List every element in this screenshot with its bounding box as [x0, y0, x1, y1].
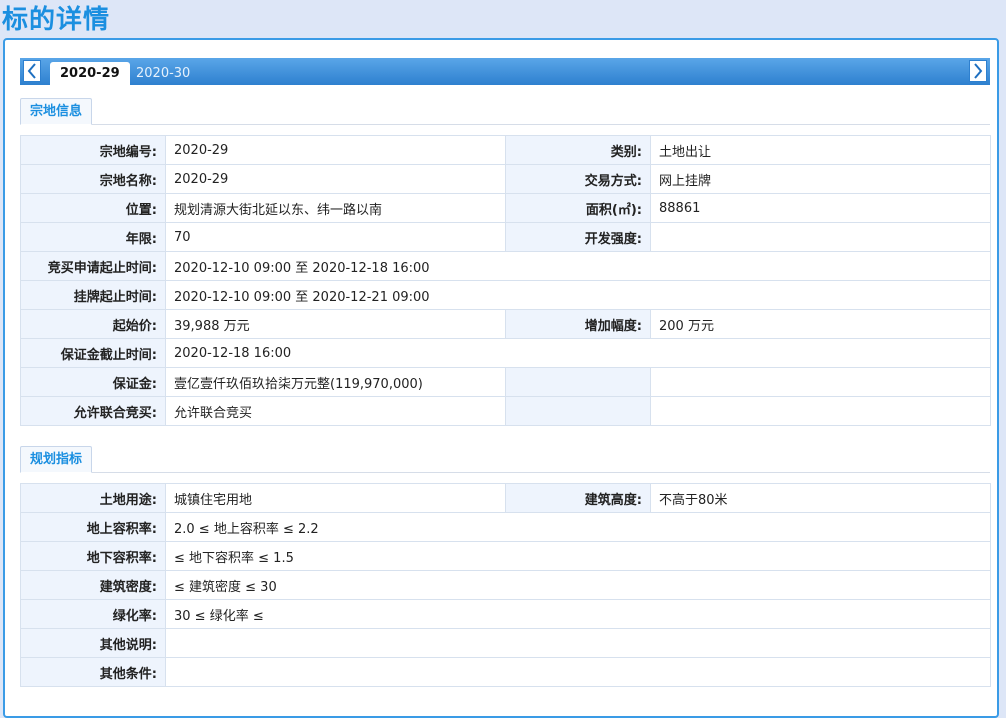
table-row: 绿化率: 30 ≤ 绿化率 ≤	[20, 599, 991, 629]
field-label: 其他条件:	[20, 657, 166, 687]
tab-bar: 2020-29 2020-30	[20, 58, 990, 85]
field-value: 壹亿壹仟玖佰玖拾柒万元整(119,970,000)	[165, 367, 506, 397]
field-value	[650, 367, 991, 397]
field-label: 面积(㎡):	[505, 193, 651, 223]
field-label: 起始价:	[20, 309, 166, 339]
field-label: 绿化率:	[20, 599, 166, 629]
field-value	[650, 222, 991, 252]
field-label: 土地用途:	[20, 483, 166, 513]
field-label: 保证金:	[20, 367, 166, 397]
field-label: 地下容积率:	[20, 541, 166, 571]
field-value	[165, 628, 991, 658]
table-row: 宗地编号: 2020-29 类别: 土地出让	[20, 135, 991, 165]
table-row: 建筑密度: ≤ 建筑密度 ≤ 30	[20, 570, 991, 600]
section-planning-title: 规划指标	[20, 446, 93, 473]
field-label: 建筑高度:	[505, 483, 651, 513]
table-row: 年限: 70 开发强度:	[20, 222, 991, 252]
field-value: 网上挂牌	[650, 164, 991, 194]
table-row: 地上容积率: 2.0 ≤ 地上容积率 ≤ 2.2	[20, 512, 991, 542]
field-value: 土地出让	[650, 135, 991, 165]
field-value: 2020-29	[165, 164, 506, 194]
field-value: 允许联合竞买	[165, 396, 506, 426]
table-row: 竞买申请起止时间: 2020-12-10 09:00 至 2020-12-18 …	[20, 251, 991, 281]
field-label: 挂牌起止时间:	[20, 280, 166, 310]
field-value: 不高于80米	[650, 483, 991, 513]
field-value: ≤ 地下容积率 ≤ 1.5	[165, 541, 991, 571]
field-value: 规划清源大街北延以东、纬一路以南	[165, 193, 506, 223]
field-value: 城镇住宅用地	[165, 483, 506, 513]
field-label: 交易方式:	[505, 164, 651, 194]
field-value: 2020-29	[165, 135, 506, 165]
field-label	[505, 367, 651, 397]
field-label: 年限:	[20, 222, 166, 252]
chevron-right-icon	[974, 63, 983, 79]
field-value: 88861	[650, 193, 991, 223]
section-land-info-title: 宗地信息	[20, 98, 93, 125]
tab-2020-30[interactable]: 2020-30	[126, 62, 200, 85]
field-label: 类别:	[505, 135, 651, 165]
field-label	[505, 396, 651, 426]
field-value: 2020-12-10 09:00 至 2020-12-21 09:00	[165, 280, 991, 310]
field-label: 保证金截止时间:	[20, 338, 166, 368]
field-label: 开发强度:	[505, 222, 651, 252]
field-value: 2.0 ≤ 地上容积率 ≤ 2.2	[165, 512, 991, 542]
field-label: 增加幅度:	[505, 309, 651, 339]
tab-2020-29[interactable]: 2020-29	[50, 62, 130, 85]
table-row: 土地用途: 城镇住宅用地 建筑高度: 不高于80米	[20, 483, 991, 513]
field-label: 其他说明:	[20, 628, 166, 658]
table-row: 保证金: 壹亿壹仟玖佰玖拾柒万元整(119,970,000)	[20, 367, 991, 397]
field-label: 地上容积率:	[20, 512, 166, 542]
field-label: 宗地名称:	[20, 164, 166, 194]
table-row: 其他条件:	[20, 657, 991, 687]
field-label: 建筑密度:	[20, 570, 166, 600]
table-row: 其他说明:	[20, 628, 991, 658]
planning-table: 土地用途: 城镇住宅用地 建筑高度: 不高于80米 地上容积率: 2.0 ≤ 地…	[20, 483, 991, 687]
table-row: 挂牌起止时间: 2020-12-10 09:00 至 2020-12-21 09…	[20, 280, 991, 310]
chevron-left-icon	[27, 63, 36, 79]
table-row: 位置: 规划清源大街北延以东、纬一路以南 面积(㎡): 88861	[20, 193, 991, 223]
section-planning-header: 规划指标	[20, 443, 990, 473]
field-value: 2020-12-18 16:00	[165, 338, 991, 368]
next-tab-button[interactable]	[969, 60, 987, 82]
table-row: 地下容积率: ≤ 地下容积率 ≤ 1.5	[20, 541, 991, 571]
detail-panel: 2020-29 2020-30 宗地信息 宗地编号: 2020-29 类别: 土…	[3, 38, 999, 718]
land-info-table: 宗地编号: 2020-29 类别: 土地出让 宗地名称: 2020-29 交易方…	[20, 135, 991, 426]
field-label: 位置:	[20, 193, 166, 223]
field-label: 竞买申请起止时间:	[20, 251, 166, 281]
field-value: 70	[165, 222, 506, 252]
section-land-info-header: 宗地信息	[20, 95, 990, 125]
field-value: 30 ≤ 绿化率 ≤	[165, 599, 991, 629]
field-value: 39,988 万元	[165, 309, 506, 339]
table-row: 宗地名称: 2020-29 交易方式: 网上挂牌	[20, 164, 991, 194]
field-value	[165, 657, 991, 687]
field-value: 2020-12-10 09:00 至 2020-12-18 16:00	[165, 251, 991, 281]
table-row: 保证金截止时间: 2020-12-18 16:00	[20, 338, 991, 368]
field-label: 允许联合竞买:	[20, 396, 166, 426]
table-row: 允许联合竞买: 允许联合竞买	[20, 396, 991, 426]
field-value	[650, 396, 991, 426]
table-row: 起始价: 39,988 万元 增加幅度: 200 万元	[20, 309, 991, 339]
field-label: 宗地编号:	[20, 135, 166, 165]
page-title: 标的详情	[2, 5, 111, 35]
field-value: 200 万元	[650, 309, 991, 339]
field-value: ≤ 建筑密度 ≤ 30	[165, 570, 991, 600]
prev-tab-button[interactable]	[23, 60, 41, 82]
